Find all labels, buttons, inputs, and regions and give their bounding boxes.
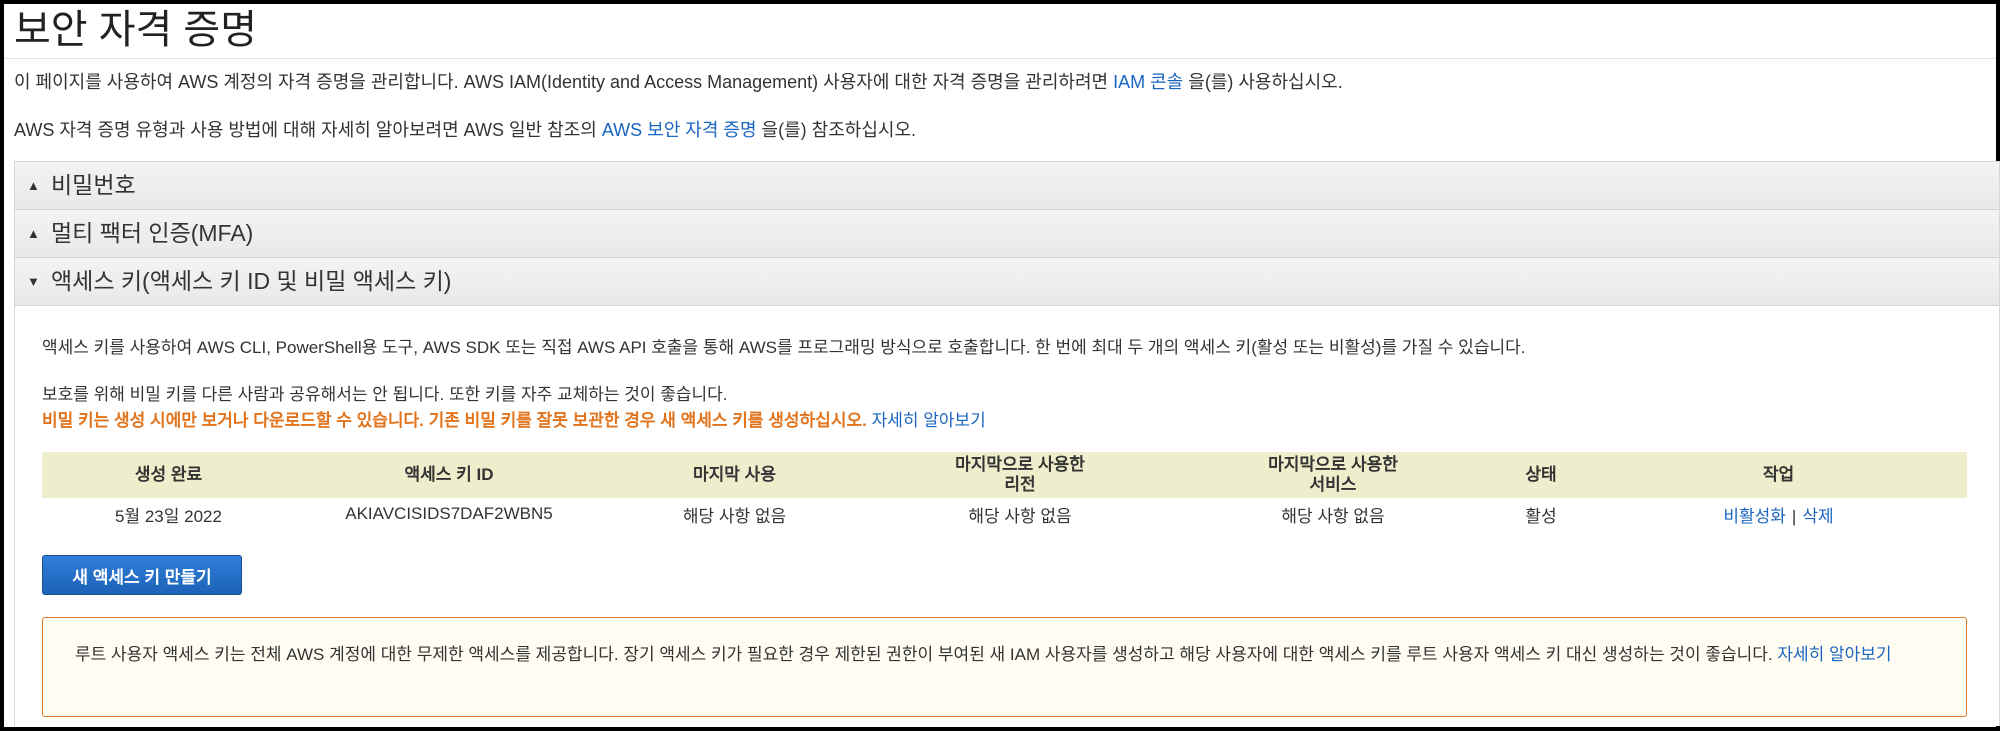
col-last-region: 마지막으로 사용한 리전 <box>866 452 1174 498</box>
page-title: 보안 자격 증명 <box>4 4 1996 59</box>
intro-1-suffix: 을(를) 사용하십시오. <box>1188 72 1343 92</box>
intro-line-2: AWS 자격 증명 유형과 사용 방법에 대해 자세히 알아보려면 AWS 일반… <box>14 116 916 142</box>
iam-console-link[interactable]: IAM 콘솔 <box>1113 72 1183 92</box>
section-access-keys-label: 액세스 키(액세스 키 ID 및 비밀 액세스 키) <box>51 268 452 294</box>
cell-actions: 비활성화 | 삭제 <box>1590 498 1967 530</box>
intro-line-1: 이 페이지를 사용하여 AWS 계정의 자격 증명을 관리합니다. AWS IA… <box>14 68 1343 94</box>
action-separator: | <box>1791 506 1797 526</box>
root-learn-more-link[interactable]: 자세히 알아보기 <box>1777 645 1891 664</box>
secret-key-warning: 비밀 키는 생성 시에만 보거나 다운로드할 수 있습니다. 기존 비밀 키를 … <box>42 406 986 431</box>
root-access-key-warning: 루트 사용자 액세스 키는 전체 AWS 계정에 대한 무제한 액세스를 제공합… <box>42 617 1967 717</box>
cell-status: 활성 <box>1525 506 1557 526</box>
intro-1-prefix: 이 페이지를 사용하여 AWS 계정의 자격 증명을 관리합니다. AWS IA… <box>14 72 1109 92</box>
cell-last-service: 해당 사항 없음 <box>1281 506 1385 526</box>
col-access-key-id: 액세스 키 ID <box>295 452 603 498</box>
access-keys-panel: 액세스 키를 사용하여 AWS CLI, PowerShell용 도구, AWS… <box>15 306 1999 726</box>
col-actions: 작업 <box>1590 452 1967 498</box>
cell-last-used: 해당 사항 없음 <box>682 506 787 526</box>
cell-access-key-id: AKIAVCISIDS7DAF2WBN5 <box>345 504 553 523</box>
aws-security-credentials-link[interactable]: AWS 보안 자격 증명 <box>602 120 757 140</box>
triangle-up-icon: ▲ <box>27 178 40 193</box>
secret-key-advice: 보호를 위해 비밀 키를 다른 사람과 공유해서는 안 됩니다. 또한 키를 자… <box>42 385 728 404</box>
intro-2-prefix: AWS 자격 증명 유형과 사용 방법에 대해 자세히 알아보려면 AWS 일반… <box>14 120 597 140</box>
section-password-header[interactable]: ▲ 비밀번호 <box>15 162 1999 210</box>
intro-2-suffix: 을(를) 참조하십시오. <box>761 120 917 140</box>
access-keys-description: 액세스 키를 사용하여 AWS CLI, PowerShell용 도구, AWS… <box>42 338 1526 357</box>
col-last-service: 마지막으로 사용한 서비스 <box>1174 452 1492 498</box>
section-mfa-label: 멀티 팩터 인증(MFA) <box>51 220 254 246</box>
triangle-down-icon: ▼ <box>27 274 40 289</box>
col-status: 상태 <box>1492 452 1590 498</box>
col-last-used: 마지막 사용 <box>603 452 866 498</box>
access-keys-table: 생성 완료 액세스 키 ID 마지막 사용 마지막으로 사용한 리전 마지막으로… <box>42 452 1967 530</box>
section-access-keys-header[interactable]: ▼ 액세스 키(액세스 키 ID 및 비밀 액세스 키) <box>15 258 1999 306</box>
credentials-accordion: ▲ 비밀번호 ▲ 멀티 팩터 인증(MFA) ▼ 액세스 키(액세스 키 ID … <box>14 161 2000 726</box>
cell-created: 5월 23일 2022 <box>115 506 222 526</box>
cell-last-region: 해당 사항 없음 <box>968 506 1072 526</box>
security-credentials-page: 보안 자격 증명 이 페이지를 사용하여 AWS 계정의 자격 증명을 관리합니… <box>0 0 2000 731</box>
create-access-key-button[interactable]: 새 액세스 키 만들기 <box>42 555 242 595</box>
section-mfa-header[interactable]: ▲ 멀티 팩터 인증(MFA) <box>15 210 1999 258</box>
triangle-up-icon: ▲ <box>27 226 40 241</box>
section-password-label: 비밀번호 <box>51 172 136 198</box>
col-created: 생성 완료 <box>42 452 295 498</box>
secret-key-warning-text: 비밀 키는 생성 시에만 보거나 다운로드할 수 있습니다. 기존 비밀 키를 … <box>42 411 867 430</box>
table-header-row: 생성 완료 액세스 키 ID 마지막 사용 마지막으로 사용한 리전 마지막으로… <box>42 452 1967 498</box>
root-warning-text: 루트 사용자 액세스 키는 전체 AWS 계정에 대한 무제한 액세스를 제공합… <box>75 645 1773 664</box>
deactivate-link[interactable]: 비활성화 <box>1723 507 1786 526</box>
delete-link[interactable]: 삭제 <box>1802 507 1833 526</box>
table-row: 5월 23일 2022 AKIAVCISIDS7DAF2WBN5 해당 사항 없… <box>42 498 1967 530</box>
learn-more-link[interactable]: 자세히 알아보기 <box>872 411 986 430</box>
